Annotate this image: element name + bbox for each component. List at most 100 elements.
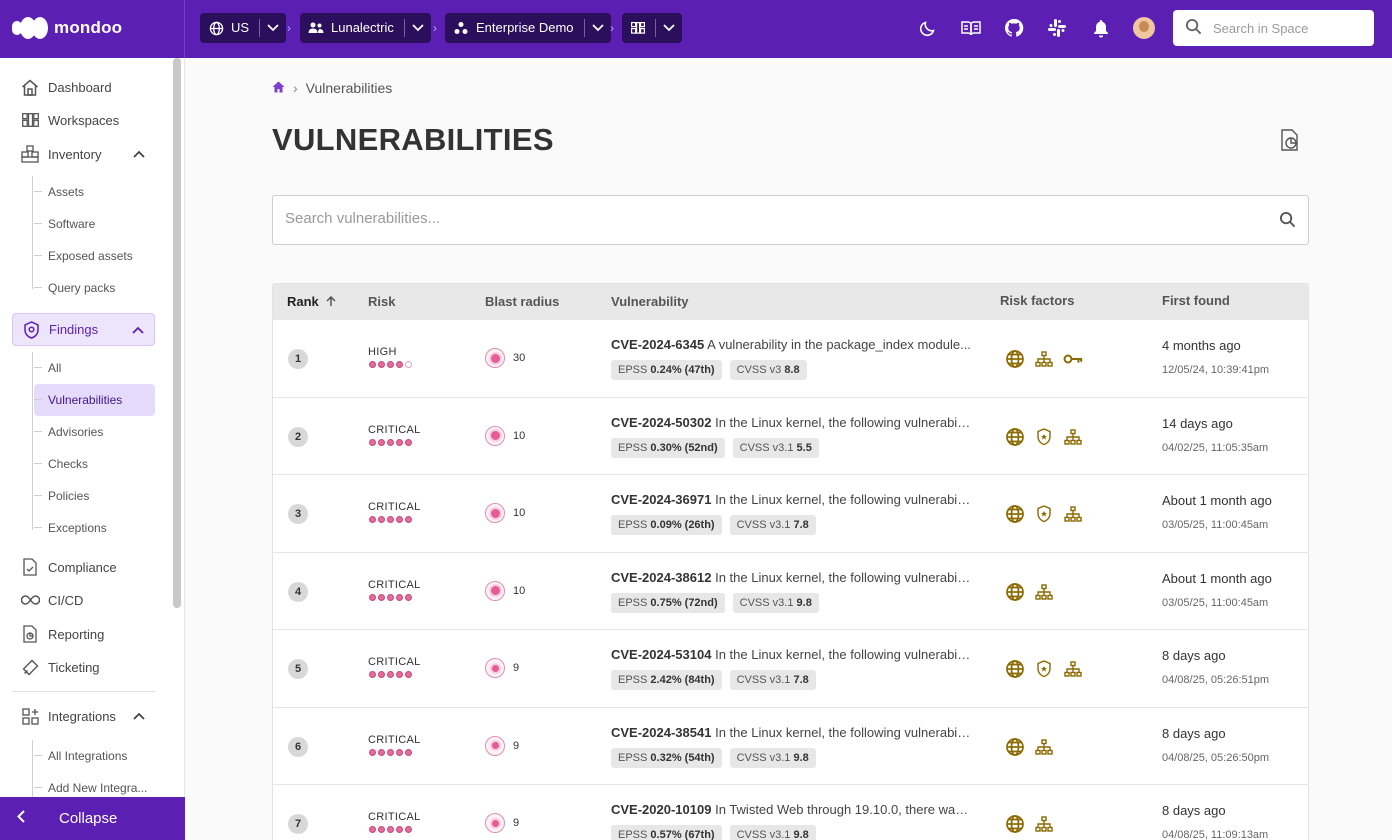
vulnerability-cell[interactable]: CVE-2024-53104 In the Linux kernel, the …	[611, 647, 971, 690]
nav-findings-all[interactable]: All	[34, 352, 155, 384]
network-icon[interactable]	[1034, 737, 1054, 757]
space-search-placeholder: Search in Space	[1213, 20, 1309, 36]
risk-rating	[369, 671, 412, 678]
slack-icon[interactable]	[1046, 17, 1068, 39]
cve-id[interactable]: CVE-2024-50302	[611, 415, 711, 430]
network-icon[interactable]	[1034, 349, 1054, 369]
key-icon[interactable]	[1063, 349, 1083, 369]
globe-icon[interactable]	[1005, 582, 1025, 602]
nav-integrations-label: Integrations	[48, 708, 116, 724]
table-row[interactable]: 2 CRITICAL 10 CVE-2024-50302 In the Linux k…	[273, 396, 1308, 475]
column-risk[interactable]: Risk	[368, 294, 395, 309]
space-selector[interactable]: Enterprise Demo	[445, 13, 611, 43]
sort-arrow-up-icon	[326, 295, 336, 306]
search-icon[interactable]	[1279, 211, 1296, 233]
column-blast-radius[interactable]: Blast radius	[485, 294, 559, 309]
nav-workspaces[interactable]: Workspaces	[12, 104, 155, 136]
table-row[interactable]: 6 CRITICAL 9 CVE-2024-38541 In the Linux ke…	[273, 706, 1308, 785]
globe-icon[interactable]	[1005, 504, 1025, 524]
nav-findings[interactable]: Findings	[12, 313, 155, 346]
network-icon[interactable]	[1063, 659, 1083, 679]
nav-integrations[interactable]: Integrations	[12, 700, 155, 732]
nav-cicd[interactable]: CI/CD	[12, 584, 155, 616]
workspace-selector[interactable]	[622, 13, 682, 43]
cve-id[interactable]: CVE-2024-53104	[611, 647, 711, 662]
risk-label: CRITICAL	[368, 656, 421, 668]
table-row[interactable]: 4 CRITICAL 10 CVE-2024-38612 In the Linux k…	[273, 551, 1308, 630]
vulnerability-cell[interactable]: CVE-2024-38541 In the Linux kernel, the …	[611, 725, 971, 768]
vulnerability-cell[interactable]: CVE-2024-50302 In the Linux kernel, the …	[611, 415, 971, 458]
bell-icon[interactable]	[1090, 17, 1112, 39]
cve-id[interactable]: CVE-2024-38541	[611, 725, 711, 740]
cve-id[interactable]: CVE-2024-38612	[611, 570, 711, 585]
rank-badge: 4	[288, 581, 308, 602]
organization-selector[interactable]: Lunalectric	[300, 13, 431, 43]
globe-icon[interactable]	[1005, 349, 1025, 369]
chevron-up-icon[interactable]	[133, 708, 145, 723]
globe-icon[interactable]	[1005, 737, 1025, 757]
chevron-up-icon[interactable]	[132, 322, 144, 337]
nav-checks[interactable]: Checks	[34, 448, 155, 480]
nav-inventory[interactable]: Inventory	[12, 138, 155, 170]
space-search-box[interactable]: Search in Space	[1173, 10, 1374, 46]
column-rank[interactable]: Rank	[287, 294, 336, 309]
nav-exceptions[interactable]: Exceptions	[34, 512, 155, 544]
vulnerability-search-input[interactable]	[285, 210, 1245, 227]
column-first-found[interactable]: First found	[1162, 293, 1230, 308]
nav-dashboard[interactable]: Dashboard	[12, 71, 155, 103]
globe-icon[interactable]	[1005, 659, 1025, 679]
nav-query-packs[interactable]: Query packs	[34, 272, 155, 304]
top-bar: mondoo US › Lunalectric › Enterprise Dem…	[0, 0, 1392, 58]
network-icon[interactable]	[1034, 582, 1054, 602]
column-vulnerability[interactable]: Vulnerability	[611, 294, 689, 309]
nav-ticketing[interactable]: Ticketing	[12, 651, 155, 683]
network-icon[interactable]	[1063, 427, 1083, 447]
mondoo-logo[interactable]: mondoo	[12, 17, 122, 39]
nav-compliance[interactable]: Compliance	[12, 551, 155, 583]
home-icon[interactable]	[272, 80, 285, 96]
chevron-down-icon[interactable]	[656, 24, 682, 32]
nav-assets[interactable]: Assets	[34, 176, 155, 208]
vulnerability-cell[interactable]: CVE-2024-6345 A vulnerability in the pac…	[611, 337, 971, 380]
vulnerability-cell[interactable]: CVE-2020-10109 In Twisted Web through 19…	[611, 802, 971, 840]
moon-icon[interactable]	[917, 17, 939, 39]
nav-reporting[interactable]: Reporting	[12, 618, 155, 650]
nav-exposed-assets[interactable]: Exposed assets	[34, 240, 155, 272]
table-row[interactable]: 3 CRITICAL 10 CVE-2024-36971 In the Linux k…	[273, 474, 1308, 552]
globe-icon[interactable]	[1005, 427, 1025, 447]
nav-policies[interactable]: Policies	[34, 480, 155, 512]
cve-id[interactable]: CVE-2024-36971	[611, 492, 711, 507]
user-avatar[interactable]	[1133, 17, 1155, 39]
chevron-down-icon[interactable]	[405, 24, 431, 32]
table-row[interactable]: 7 CRITICAL 9 CVE-2020-10109 In Twisted Web …	[273, 784, 1308, 840]
vulnerability-search-box[interactable]	[272, 195, 1309, 245]
region-selector[interactable]: US	[200, 13, 287, 43]
report-icon[interactable]	[1278, 128, 1302, 152]
sidebar-scrollbar[interactable]	[173, 58, 181, 608]
vulnerability-cell[interactable]: CVE-2024-38612 In the Linux kernel, the …	[611, 570, 971, 613]
risk-dot	[369, 516, 376, 523]
cve-id[interactable]: CVE-2020-10109	[611, 802, 711, 817]
nav-all-integrations[interactable]: All Integrations	[34, 740, 155, 772]
nav-software[interactable]: Software	[34, 208, 155, 240]
github-icon[interactable]	[1003, 17, 1025, 39]
cve-id[interactable]: CVE-2024-6345	[611, 337, 704, 352]
globe-icon[interactable]	[1005, 814, 1025, 834]
shield-icon[interactable]	[1034, 504, 1054, 524]
shield-icon[interactable]	[1034, 427, 1054, 447]
table-row[interactable]: 1 HIGH 30 CVE-2024-6345 A vulnerability in …	[273, 319, 1308, 397]
column-rank-label: Rank	[287, 294, 319, 309]
collapse-sidebar-button[interactable]: Collapse	[0, 797, 185, 840]
shield-icon[interactable]	[1034, 659, 1054, 679]
chevron-down-icon[interactable]	[585, 24, 611, 32]
chevron-up-icon[interactable]	[133, 146, 145, 161]
network-icon[interactable]	[1063, 504, 1083, 524]
chevron-down-icon[interactable]	[260, 24, 286, 32]
nav-vulnerabilities[interactable]: Vulnerabilities	[34, 384, 155, 416]
blast-radius-count: 10	[513, 507, 526, 519]
book-icon[interactable]	[960, 17, 982, 39]
nav-advisories[interactable]: Advisories	[34, 416, 155, 448]
network-icon[interactable]	[1034, 814, 1054, 834]
vulnerability-cell[interactable]: CVE-2024-36971 In the Linux kernel, the …	[611, 492, 971, 535]
table-row[interactable]: 5 CRITICAL 9 CVE-2024-53104 In the Linux ke…	[273, 629, 1308, 707]
